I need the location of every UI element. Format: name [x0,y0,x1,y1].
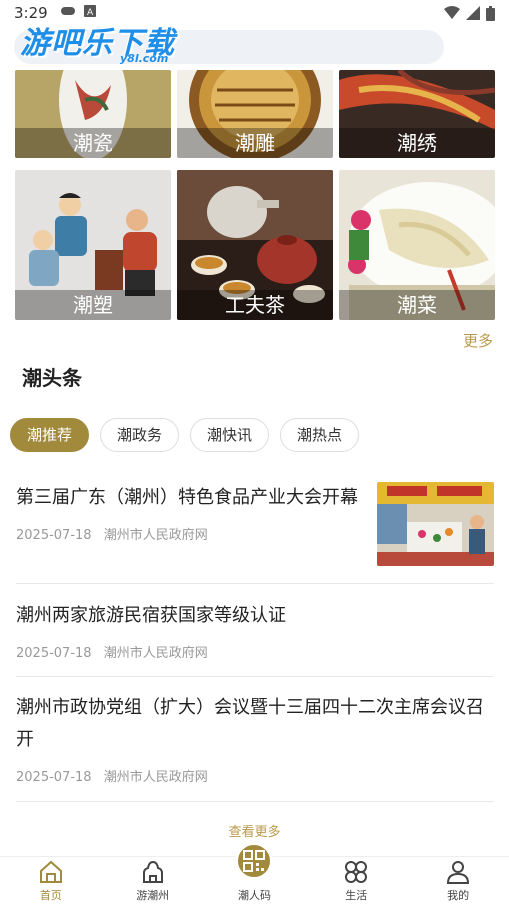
see-more-link[interactable]: 查看更多 [0,821,509,840]
tab-recommend[interactable]: 潮推荐 [10,418,90,452]
news-thumbnail [377,482,494,566]
category-tile-ceramics[interactable]: 潮瓷 [15,70,171,158]
news-title: 潮州市政协党组（扩大）会议暨十三届四十二次主席会议召开 [16,697,484,750]
news-title: 第三届广东（潮州）特色食品产业大会开幕 [16,487,358,508]
watermark-subtext: y8l.com [120,52,169,65]
nav-label: 我的 [447,889,470,902]
category-label: 工夫茶 [177,290,333,320]
news-source: 潮州市人民政府网 [103,770,208,785]
nav-label: 潮人码 [237,889,271,902]
news-item[interactable]: 第三届广东（潮州）特色食品产业大会开幕 2025-07-18 潮州市人民政府网 [16,482,494,584]
tab-hot[interactable]: 潮热点 [280,418,360,452]
nav-item-home[interactable]: 首页 [0,857,102,907]
news-meta: 2025-07-18 潮州市人民政府网 [16,642,494,661]
tour-icon [142,860,163,883]
news-date: 2025-07-18 [16,770,92,785]
watermark-logo: 游吧乐下载 y8l.com [20,18,175,65]
status-indicators [444,5,495,21]
profile-icon [447,861,470,884]
home-icon [39,860,62,883]
nav-label: 首页 [39,889,62,902]
news-meta: 2025-07-18 潮州市人民政府网 [16,766,494,785]
news-date: 2025-07-18 [16,528,92,543]
category-tile-cuisine[interactable]: 潮菜 [339,170,495,320]
qr-code-button[interactable] [235,842,273,880]
category-tile-carving[interactable]: 潮雕 [177,70,333,158]
news-source: 潮州市人民政府网 [103,528,208,543]
wifi-icon [444,6,460,19]
category-tile-sculpture[interactable]: 潮塑 [15,170,171,320]
nav-label: 游潮州 [136,889,170,902]
news-date: 2025-07-18 [16,646,92,661]
apps-icon [345,861,368,883]
category-tile-kungfu-tea[interactable]: 工夫茶 [177,170,333,320]
news-title: 潮州两家旅游民宿获国家等级认证 [16,605,286,626]
news-tabs: 潮推荐 潮政务 潮快讯 潮热点 [10,418,360,452]
signal-icon [466,6,480,20]
news-source: 潮州市人民政府网 [103,646,208,661]
more-categories-link[interactable]: 更多 [463,330,493,351]
nav-label: 生活 [345,889,368,902]
battery-icon [486,5,495,21]
category-tile-embroidery[interactable]: 潮绣 [339,70,495,158]
tab-flash[interactable]: 潮快讯 [190,418,270,452]
nav-item-profile[interactable]: 我的 [407,857,509,907]
category-label: 潮菜 [339,290,495,320]
category-label: 潮绣 [339,128,495,158]
qr-code-icon [243,850,265,872]
section-title: 潮头条 [22,366,82,390]
svg-text:A: A [87,8,94,17]
category-label: 潮瓷 [15,128,171,158]
category-label: 潮塑 [15,290,171,320]
news-item[interactable]: 潮州市政协党组（扩大）会议暨十三届四十二次主席会议召开 2025-07-18 潮… [16,692,494,802]
nav-item-tour[interactable]: 游潮州 [102,857,204,907]
nav-item-life[interactable]: 生活 [305,857,407,907]
category-label: 潮雕 [177,128,333,158]
news-item[interactable]: 潮州两家旅游民宿获国家等级认证 2025-07-18 潮州市人民政府网 [16,600,494,677]
tab-government[interactable]: 潮政务 [100,418,180,452]
